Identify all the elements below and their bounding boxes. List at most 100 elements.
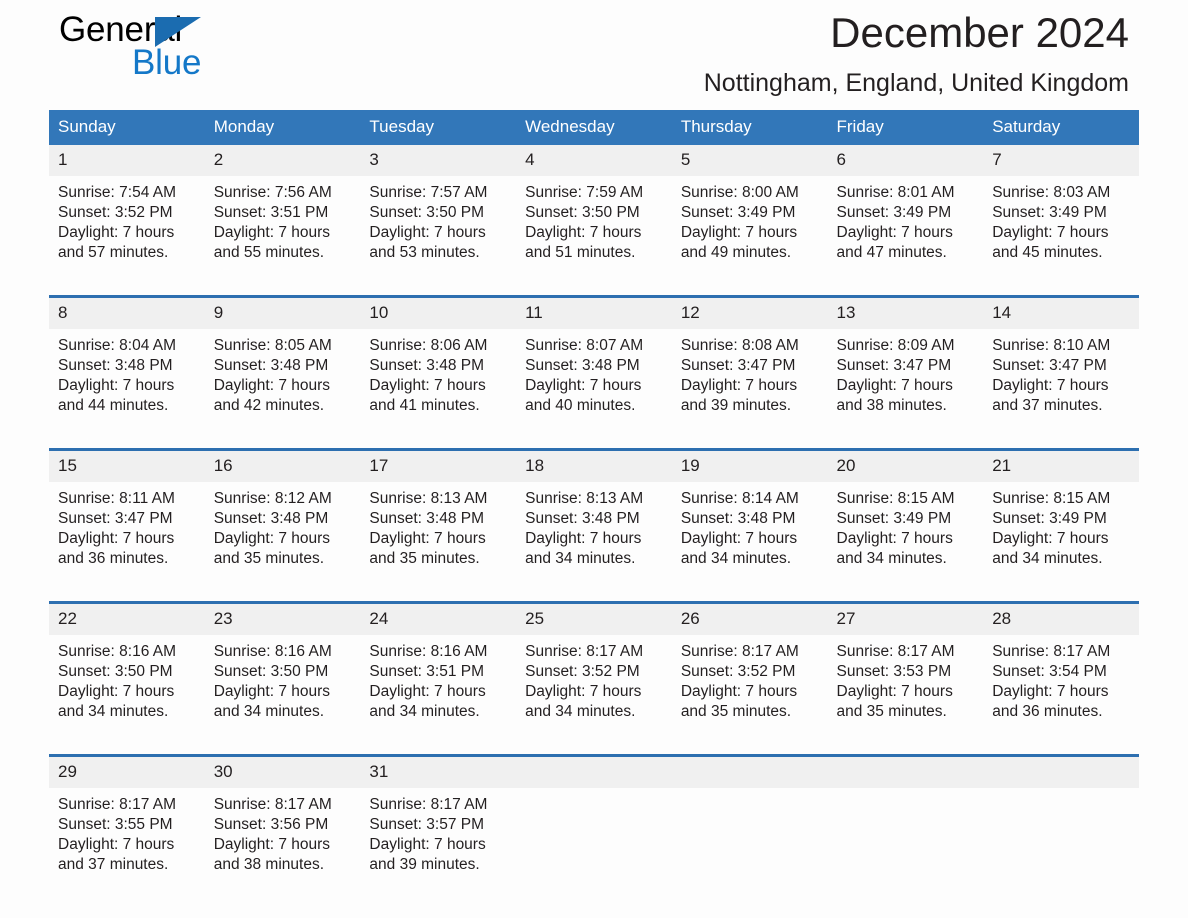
sunset-text: Sunset: 3:54 PM (992, 663, 1107, 680)
sunrise-text: Sunrise: 8:07 AM (525, 337, 644, 354)
week-gap (49, 432, 1139, 450)
daylight-text-cont: and 39 minutes. (680, 397, 792, 414)
daylight-text: Daylight: 7 hours (58, 377, 175, 394)
sunset-text: Sunset: 3:49 PM (992, 510, 1107, 527)
day-cell: Sunrise: 8:15 AM Sunset: 3:49 PM Dayligh… (983, 482, 1139, 585)
daylight-text-cont: and 34 minutes. (369, 703, 480, 720)
day-cell: Sunrise: 8:00 AM Sunset: 3:49 PM Dayligh… (671, 176, 828, 279)
day-number[interactable]: 17 (360, 448, 517, 482)
sunrise-text: Sunrise: 7:59 AM (525, 184, 644, 201)
week-5-detail-row: Sunrise: 8:17 AM Sunset: 3:55 PM Dayligh… (49, 788, 1139, 891)
day-cell: Sunrise: 8:17 AM Sunset: 3:53 PM Dayligh… (827, 635, 984, 738)
sunrise-text: Sunrise: 8:16 AM (369, 643, 488, 660)
day-number[interactable]: 14 (983, 295, 1139, 329)
day-number[interactable]: 26 (671, 601, 828, 635)
sunrise-text: Sunrise: 8:10 AM (992, 337, 1111, 354)
day-number[interactable]: 16 (204, 448, 361, 482)
day-number[interactable]: 6 (827, 145, 984, 176)
day-number[interactable]: 3 (360, 145, 517, 176)
column-header-friday: Friday (827, 110, 984, 145)
day-number[interactable]: 20 (827, 448, 984, 482)
week-4-detail-row: Sunrise: 8:16 AM Sunset: 3:50 PM Dayligh… (49, 635, 1139, 738)
week-1-daynumber-row: 1 2 3 4 5 6 7 (49, 145, 1139, 176)
daylight-text-cont: and 38 minutes. (213, 856, 324, 873)
day-number[interactable]: 11 (516, 295, 672, 329)
sunset-text: Sunset: 3:48 PM (525, 510, 640, 527)
daylight-text-cont: and 41 minutes. (369, 397, 480, 414)
day-number[interactable]: 28 (983, 601, 1139, 635)
week-gap (49, 738, 1139, 756)
week-1-detail-row: Sunrise: 7:54 AM Sunset: 3:52 PM Dayligh… (49, 176, 1139, 279)
sunset-text: Sunset: 3:49 PM (992, 204, 1107, 221)
day-number[interactable]: 8 (49, 295, 205, 329)
day-cell: Sunrise: 7:54 AM Sunset: 3:52 PM Dayligh… (49, 176, 205, 279)
sunset-text: Sunset: 3:53 PM (836, 663, 952, 680)
day-number[interactable]: 22 (49, 601, 205, 635)
weekday-header-row: Sunday Monday Tuesday Wednesday Thursday… (49, 110, 1139, 145)
sunset-text: Sunset: 3:48 PM (369, 357, 484, 374)
day-number[interactable]: 29 (49, 754, 205, 788)
day-cell: Sunrise: 7:59 AM Sunset: 3:50 PM Dayligh… (516, 176, 672, 279)
week-3-daynumber-row: 15 16 17 18 19 20 21 (49, 448, 1139, 482)
day-cell: Sunrise: 8:09 AM Sunset: 3:47 PM Dayligh… (827, 329, 984, 432)
sunset-text: Sunset: 3:48 PM (213, 510, 329, 527)
daylight-text: Daylight: 7 hours (836, 683, 953, 700)
daylight-text-cont: and 49 minutes. (680, 244, 792, 261)
day-number[interactable]: 10 (360, 295, 517, 329)
day-number[interactable]: 25 (516, 601, 672, 635)
day-number[interactable]: 18 (516, 448, 672, 482)
day-number[interactable]: 9 (204, 295, 361, 329)
daylight-text-cont: and 57 minutes. (58, 244, 169, 261)
sunrise-text: Sunrise: 8:17 AM (369, 796, 488, 813)
day-number[interactable]: 4 (516, 145, 672, 176)
sunset-text: Sunset: 3:49 PM (836, 204, 952, 221)
daylight-text: Daylight: 7 hours (525, 224, 642, 241)
general-blue-logo: General Blue (59, 12, 319, 92)
day-number[interactable]: 1 (49, 145, 205, 176)
daylight-text: Daylight: 7 hours (58, 224, 175, 241)
week-2-detail-row: Sunrise: 8:04 AM Sunset: 3:48 PM Dayligh… (49, 329, 1139, 432)
day-number[interactable]: 19 (671, 448, 828, 482)
day-number[interactable]: 13 (827, 295, 984, 329)
column-header-tuesday: Tuesday (360, 110, 517, 145)
sunrise-text: Sunrise: 8:14 AM (680, 490, 799, 507)
sunrise-text: Sunrise: 8:09 AM (836, 337, 955, 354)
sunrise-text: Sunrise: 8:04 AM (58, 337, 177, 354)
daylight-text: Daylight: 7 hours (525, 683, 642, 700)
day-number[interactable]: 12 (671, 295, 828, 329)
daylight-text: Daylight: 7 hours (58, 530, 175, 547)
day-cell: Sunrise: 7:57 AM Sunset: 3:50 PM Dayligh… (360, 176, 517, 279)
week-5-daynumber-row: 29 30 31 (49, 754, 1139, 788)
sunset-text: Sunset: 3:56 PM (213, 816, 329, 833)
sunset-text: Sunset: 3:52 PM (525, 663, 640, 680)
daylight-text: Daylight: 7 hours (992, 530, 1109, 547)
sunrise-text: Sunrise: 8:00 AM (680, 184, 799, 201)
day-number[interactable]: 23 (204, 601, 361, 635)
sunrise-text: Sunrise: 7:57 AM (369, 184, 488, 201)
day-number[interactable]: 27 (827, 601, 984, 635)
day-number[interactable]: 2 (204, 145, 361, 176)
sunset-text: Sunset: 3:55 PM (58, 816, 173, 833)
day-number[interactable]: 7 (983, 145, 1139, 176)
day-number[interactable]: 30 (204, 754, 361, 788)
week-gap-cell (49, 279, 1139, 297)
day-number[interactable]: 24 (360, 601, 517, 635)
daylight-text: Daylight: 7 hours (836, 377, 953, 394)
sunset-text: Sunset: 3:52 PM (58, 204, 173, 221)
sunrise-text: Sunrise: 8:12 AM (213, 490, 332, 507)
day-number[interactable]: 5 (671, 145, 828, 176)
day-cell: Sunrise: 8:06 AM Sunset: 3:48 PM Dayligh… (360, 329, 517, 432)
day-number[interactable]: 15 (49, 448, 205, 482)
sunset-text: Sunset: 3:47 PM (992, 357, 1107, 374)
page-header: General Blue December 2024 Nottingham, E… (49, 0, 1139, 108)
column-header-sunday: Sunday (49, 110, 205, 145)
calendar-page: General Blue December 2024 Nottingham, E… (0, 0, 1188, 918)
day-number[interactable]: 21 (983, 448, 1139, 482)
week-gap-cell (49, 738, 1139, 756)
day-number[interactable]: 31 (360, 754, 517, 788)
day-cell: Sunrise: 8:10 AM Sunset: 3:47 PM Dayligh… (983, 329, 1139, 432)
week-gap-cell (49, 432, 1139, 450)
sunrise-text: Sunrise: 8:03 AM (992, 184, 1111, 201)
page-title: December 2024 (830, 9, 1129, 56)
sunrise-text: Sunrise: 8:17 AM (525, 643, 644, 660)
